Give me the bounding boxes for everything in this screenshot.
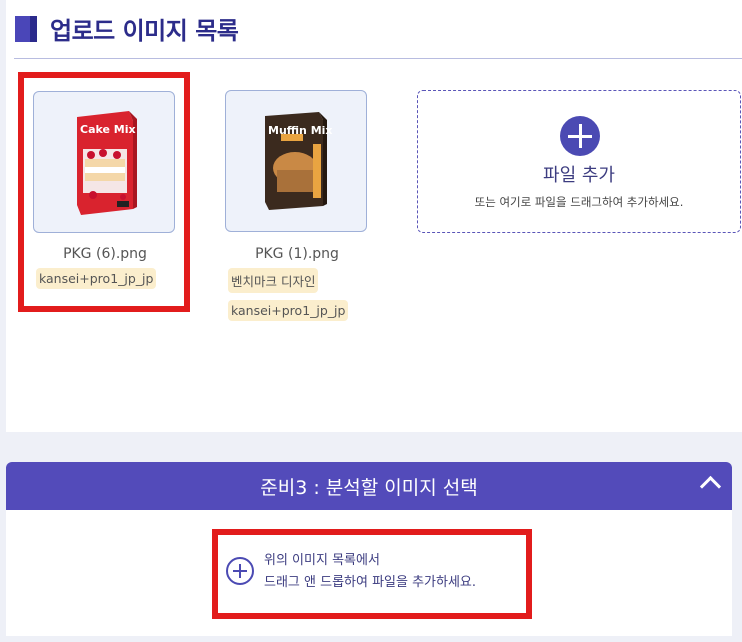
page-title: 업로드 이미지 목록 [50, 17, 239, 45]
muffin-mix-product-label: Muffin Mix [268, 124, 333, 137]
add-file-label: 파일 추가 [543, 165, 615, 186]
image-tag: kansei+pro1_jp_jp [228, 300, 349, 321]
muffin-mix-package-image [265, 112, 327, 210]
title-divider [14, 58, 742, 59]
section-title: 준비3 : 분석할 이미지 선택 [260, 477, 478, 499]
title-marker-icon [15, 16, 37, 42]
selection-highlight [18, 72, 190, 312]
section-header-analysis[interactable]: 준비3 : 분석할 이미지 선택 [6, 462, 732, 510]
image-filename: PKG (1).png [255, 246, 339, 262]
drop-target-highlight [212, 529, 532, 619]
drop-hint: 또는 여기로 파일을 드래그하여 추가하세요. [474, 195, 684, 209]
file-drop-zone[interactable]: 파일 추가 또는 여기로 파일을 드래그하여 추가하세요. [417, 90, 741, 233]
image-card-muffin-mix[interactable]: Muffin Mix [225, 90, 367, 232]
add-file-icon[interactable] [560, 116, 600, 156]
image-tag: 벤치마크 디자인 [228, 268, 319, 293]
